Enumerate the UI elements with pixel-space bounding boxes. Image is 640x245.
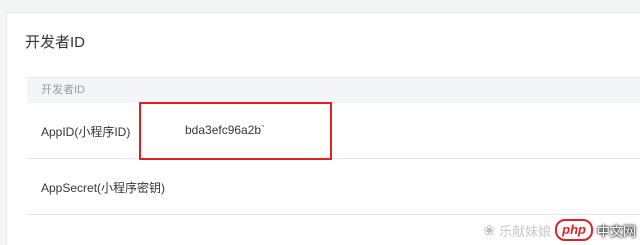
appid-highlight-box	[139, 102, 332, 160]
table-header: 开发者ID	[27, 77, 640, 103]
appsecret-row: AppSecret(小程序密钥)	[27, 159, 640, 215]
php-logo: php	[555, 219, 593, 241]
watermark: ❀ 乐献妹娘 php 中文网	[483, 219, 636, 241]
appid-row: AppID(小程序ID) bda3efc96a2b`	[27, 103, 640, 159]
panel-title: 开发者ID	[25, 34, 86, 51]
appid-label: AppID(小程序ID)	[41, 125, 131, 139]
watermark-text: 乐献妹娘	[499, 223, 552, 239]
developer-id-table: 开发者ID AppID(小程序ID) bda3efc96a2b` AppSecr…	[27, 77, 640, 215]
watermark-site: 中文网	[596, 223, 636, 239]
appsecret-label: AppSecret(小程序密钥)	[41, 181, 166, 195]
wechat-icon: ❀	[483, 221, 496, 238]
